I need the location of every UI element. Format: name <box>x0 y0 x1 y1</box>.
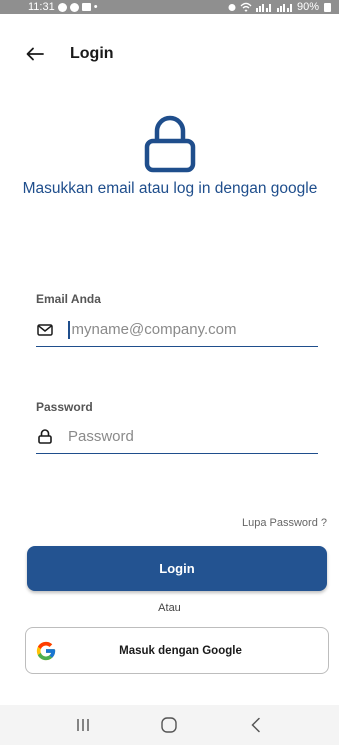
system-nav-bar <box>0 705 339 745</box>
app-bar: Login <box>0 36 339 72</box>
status-left: 11:31 • <box>28 1 98 13</box>
signal-icon <box>276 4 292 12</box>
arrow-left-icon[interactable] <box>24 43 46 65</box>
notification-icon <box>57 2 67 12</box>
notification-icon <box>69 2 79 12</box>
forgot-password-link[interactable]: Lupa Password ? <box>242 517 327 529</box>
login-button[interactable]: Login <box>27 546 327 591</box>
google-logo-icon <box>36 641 56 660</box>
recent-apps-icon[interactable] <box>68 715 98 735</box>
mail-icon <box>36 321 54 339</box>
page-title: Login <box>70 45 114 62</box>
battery-percent: 90% <box>296 1 319 13</box>
email-input[interactable] <box>71 321 302 338</box>
wifi-icon <box>240 2 252 12</box>
status-time: 11:31 <box>28 1 55 13</box>
hero-lock <box>0 112 339 174</box>
google-login-label: Masuk dengan Google <box>119 644 242 657</box>
battery-icon <box>324 2 331 12</box>
password-field[interactable] <box>36 420 318 454</box>
email-label: Email Anda <box>36 292 101 306</box>
text-caret <box>68 320 70 339</box>
status-bar: 11:31 • 90% <box>0 0 339 14</box>
alarm-icon <box>228 4 236 11</box>
signal-icon <box>255 4 271 12</box>
lock-icon <box>144 115 195 173</box>
status-more-dot: • <box>93 1 98 13</box>
or-divider-text: Atau <box>158 602 181 614</box>
email-field[interactable] <box>36 313 318 347</box>
gallery-icon <box>81 3 91 11</box>
login-subtitle: Masukkan email atau log in dengan google <box>22 180 318 197</box>
password-input[interactable] <box>68 428 298 445</box>
chevron-left-icon[interactable] <box>241 715 271 735</box>
password-label: Password <box>36 400 93 414</box>
home-icon[interactable] <box>154 715 184 735</box>
lock-icon <box>36 428 54 446</box>
google-login-button[interactable]: Masuk dengan Google <box>25 627 329 674</box>
status-right: 90% <box>227 1 331 13</box>
